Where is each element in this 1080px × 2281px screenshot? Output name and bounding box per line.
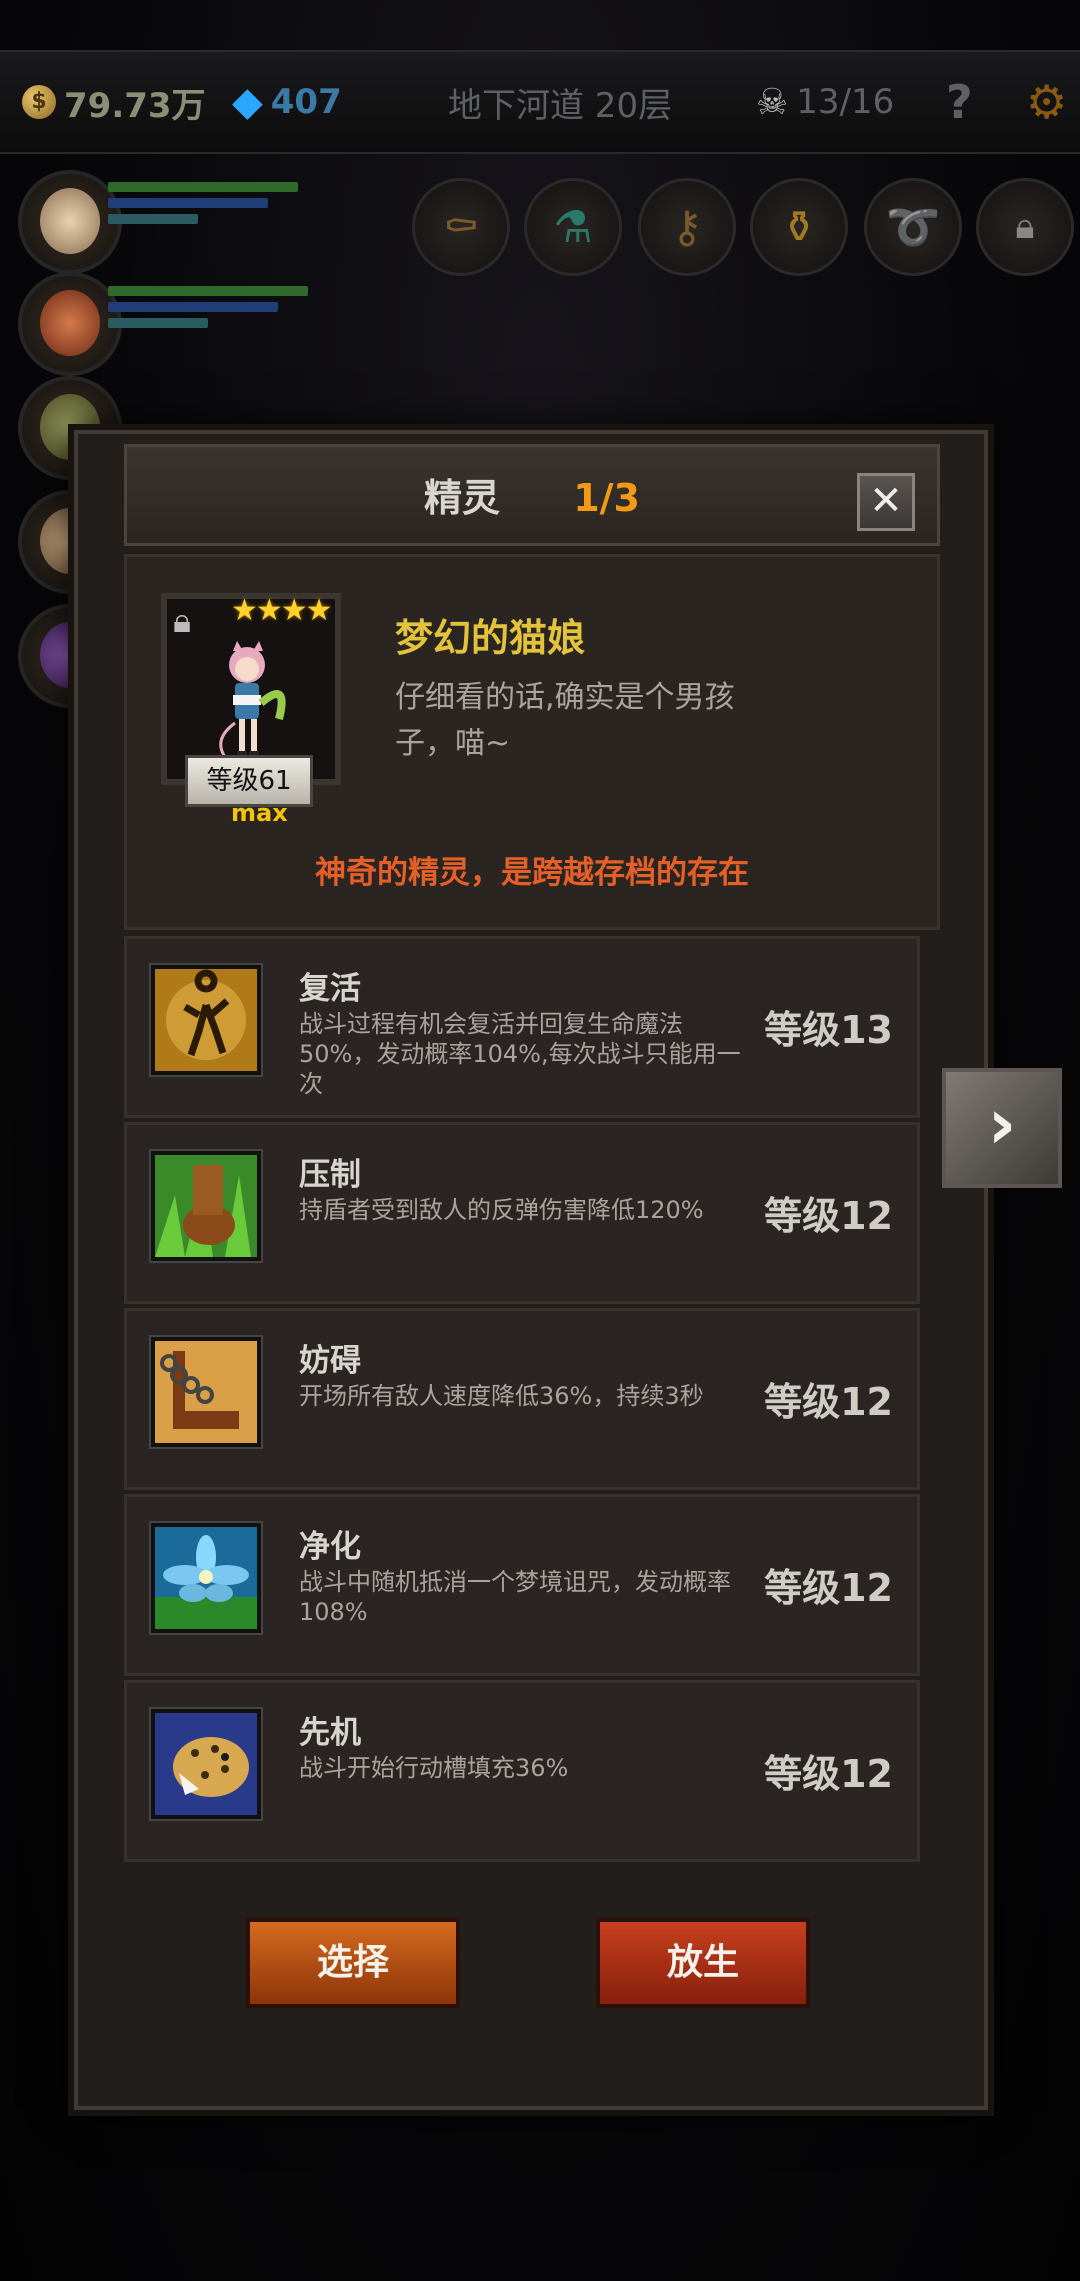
skill-level: 等级12 xyxy=(764,1380,893,1424)
mp-bar xyxy=(108,198,268,208)
suppress-skill-icon xyxy=(151,1151,261,1261)
gem-icon: ◆ xyxy=(232,79,263,125)
initiative-skill-icon xyxy=(151,1709,261,1819)
close-button[interactable]: ✕ xyxy=(857,473,915,531)
key-icon: ⚷ xyxy=(670,201,704,253)
xp-bar xyxy=(108,214,198,224)
skill-row-purify[interactable]: 净化 战斗中随机抵消一个梦境诅咒，发动概率108% 等级12 xyxy=(124,1494,920,1676)
spirit-tagline: 神奇的精灵，是跨越存档的存在 xyxy=(315,855,749,891)
horn-icon: ➰ xyxy=(885,202,941,253)
hero-portrait-1[interactable] xyxy=(18,170,122,274)
kill-count: 13/16 xyxy=(796,82,895,122)
catgirl-portrait-image xyxy=(219,641,286,758)
item-slot-potion[interactable]: ⚗ xyxy=(524,178,622,276)
skill-description: 战斗中随机抵消一个梦境诅咒，发动概率108% xyxy=(299,1568,731,1626)
skill-description: 战斗开始行动槽填充36% xyxy=(299,1754,569,1782)
hero-face xyxy=(40,188,100,254)
hp-bar xyxy=(108,286,308,296)
close-icon: ✕ xyxy=(869,478,903,524)
hp-bar xyxy=(108,182,298,192)
gold-counter: $ 79.73万 xyxy=(22,74,206,130)
item-slot-horn[interactable]: ➰ xyxy=(864,178,962,276)
help-button[interactable]: ? xyxy=(946,74,973,130)
skill-row-suppress[interactable]: 压制 持盾者受到敌人的反弹伤害降低120% 等级12 xyxy=(124,1122,920,1304)
gear-icon: ⚙ xyxy=(1026,75,1068,129)
coffin-icon: ⚰ xyxy=(442,201,480,253)
page-indicator: 1/3 xyxy=(573,476,640,520)
lock-icon: 🔒︎ xyxy=(1015,206,1035,247)
skill-name: 先机 xyxy=(299,1715,361,1751)
spirit-info-panel: 🔒︎ ★★★★ 等级61 max 梦幻的猫娘 仔细看的话,确实是个男孩子，喵~ … xyxy=(124,554,940,930)
lock-icon: 🔒︎ xyxy=(173,601,192,641)
kill-counter: ☠ 13/16 xyxy=(756,74,894,130)
item-slot-key[interactable]: ⚷ xyxy=(638,178,736,276)
floor-label: 地下河道 20层 xyxy=(448,85,673,126)
skill-name: 净化 xyxy=(299,1529,361,1565)
skill-name: 妨碍 xyxy=(299,1343,361,1379)
max-label: max xyxy=(231,799,288,827)
star-rating: ★★★★ xyxy=(231,593,333,628)
dialog-title: 精灵 1/3 xyxy=(127,467,937,522)
item-slot-flask[interactable]: ⚱ xyxy=(750,178,848,276)
spirit-name: 梦幻的猫娘 xyxy=(395,616,586,660)
settings-button[interactable]: ⚙ xyxy=(1026,74,1067,130)
help-icon: ? xyxy=(946,75,973,129)
title-label: 精灵 xyxy=(423,476,500,520)
item-slot-coffin[interactable]: ⚰ xyxy=(412,178,510,276)
select-button[interactable]: 选择 xyxy=(246,1918,460,2008)
next-page-button[interactable]: › xyxy=(942,1068,1062,1188)
skill-description: 战斗过程有机会复活并回复生命魔法50%，发动概率104%,每次战斗只能用一次 xyxy=(299,1010,741,1098)
skill-row-initiative[interactable]: 先机 战斗开始行动槽填充36% 等级12 xyxy=(124,1680,920,1862)
revive-skill-icon xyxy=(151,965,261,1075)
release-button[interactable]: 放生 xyxy=(596,1918,810,2008)
skill-description: 持盾者受到敌人的反弹伤害降低120% xyxy=(299,1196,704,1224)
skill-row-hinder[interactable]: 妨碍 开场所有敌人速度降低36%，持续3秒 等级12 xyxy=(124,1308,920,1490)
skill-level: 等级12 xyxy=(764,1752,893,1796)
purify-skill-icon xyxy=(151,1523,261,1633)
skill-name: 复活 xyxy=(299,971,361,1007)
chevron-right-icon: › xyxy=(987,1083,1017,1165)
potion-icon: ⚗ xyxy=(553,201,593,253)
skill-level: 等级13 xyxy=(764,1008,893,1052)
top-status-bar: $ 79.73万 ◆ 407 地下河道 20层 ☠ 13/16 ? ⚙ xyxy=(0,50,1080,154)
dialog-header: 精灵 1/3 ✕ xyxy=(124,444,940,546)
skill-row-revive[interactable]: 复活 战斗过程有机会复活并回复生命魔法50%，发动概率104%,每次战斗只能用一… xyxy=(124,936,920,1118)
skill-name: 压制 xyxy=(299,1157,361,1193)
hero-portrait-2[interactable] xyxy=(18,272,122,376)
spirit-description: 仔细看的话,确实是个男孩子，喵~ xyxy=(395,680,735,761)
skill-description: 开场所有敌人速度降低36%，持续3秒 xyxy=(299,1382,704,1410)
hero-bars-1 xyxy=(108,182,328,232)
coin-icon: $ xyxy=(22,85,56,119)
xp-bar xyxy=(108,318,208,328)
mp-bar xyxy=(108,302,278,312)
gem-counter: ◆ 407 xyxy=(232,74,342,130)
skill-level: 等级12 xyxy=(764,1566,893,1610)
hero-face xyxy=(40,290,100,356)
skill-level: 等级12 xyxy=(764,1194,893,1238)
item-slot-locked: 🔒︎ xyxy=(976,178,1074,276)
hinder-skill-icon xyxy=(151,1337,261,1447)
skull-icon: ☠ xyxy=(756,81,789,123)
flask-icon: ⚱ xyxy=(780,201,818,253)
hero-bars-2 xyxy=(108,286,328,336)
gold-amount: 79.73万 xyxy=(64,85,206,126)
gem-amount: 407 xyxy=(270,82,342,122)
spirit-dialog: 精灵 1/3 ✕ 🔒︎ ★★★★ 等级61 max 梦幻的猫娘 仔细看的话,确实… xyxy=(74,430,988,2110)
